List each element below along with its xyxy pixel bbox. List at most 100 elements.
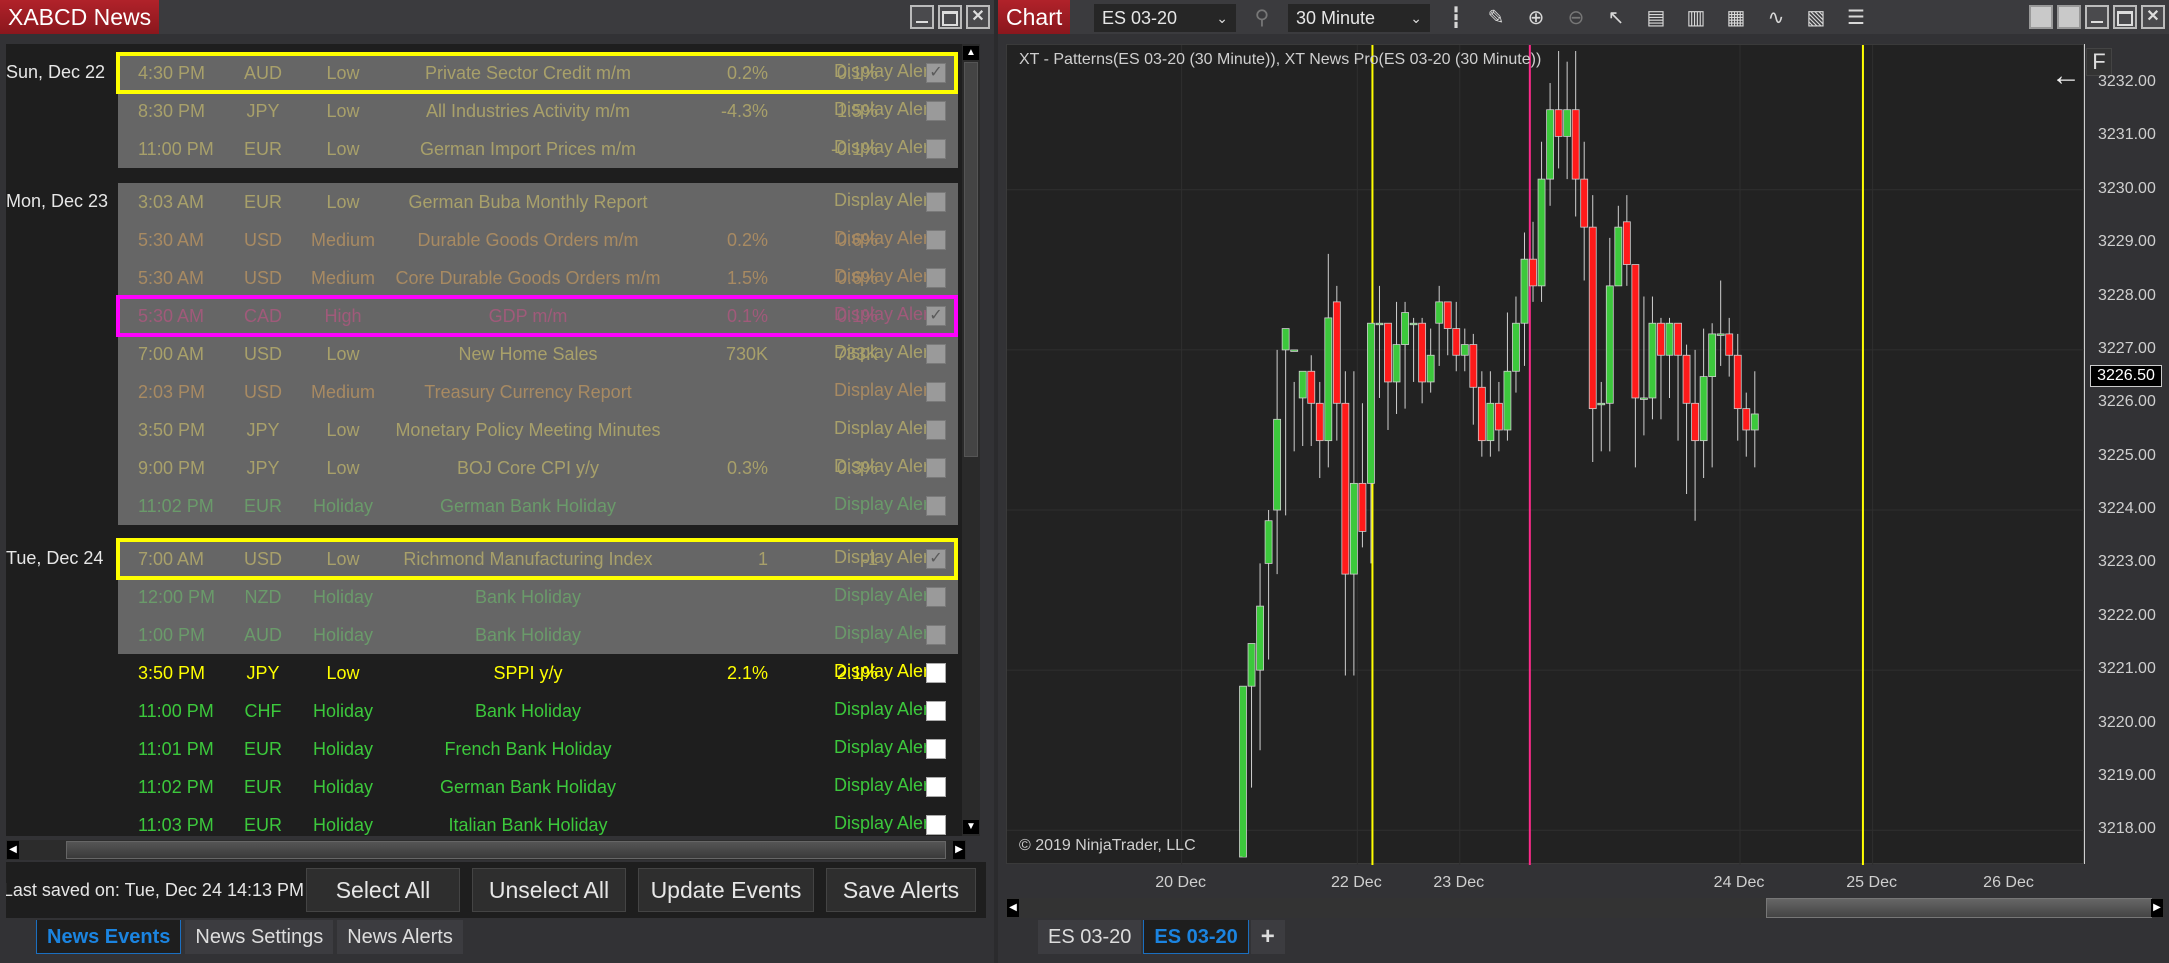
display-alert-checkbox[interactable]	[926, 192, 946, 212]
display-alert-checkbox[interactable]	[926, 815, 946, 835]
display-alert-checkbox[interactable]	[926, 344, 946, 364]
draw-pencil-icon[interactable]: ✎	[1482, 4, 1510, 32]
time-tick-label: 24 Dec	[1713, 874, 1765, 891]
instrument-value: ES 03-20	[1102, 8, 1178, 28]
event-row[interactable]: 3:50 PM JPY Low SPPI y/y 2.1% 2.1% Display Ale…	[118, 654, 958, 692]
maximize-icon[interactable]	[2113, 5, 2137, 29]
candle-body	[1341, 402, 1350, 575]
display-alert-checkbox[interactable]: ✓	[926, 549, 946, 569]
display-alert-checkbox[interactable]	[926, 587, 946, 607]
minimize-icon[interactable]	[910, 5, 934, 29]
display-alert-checkbox[interactable]	[926, 625, 946, 645]
event-row[interactable]: 3:50 PM JPY Low Monetary Policy Meeting Min…	[118, 411, 958, 449]
news-horizontal-scrollbar[interactable]: ◀ ▶	[6, 840, 966, 860]
display-alert-checkbox[interactable]	[926, 458, 946, 478]
display-alert-checkbox[interactable]	[926, 663, 946, 683]
event-row[interactable]: 11:00 PM EUR Low German Import Prices m/m -0…	[118, 130, 958, 168]
pointer-icon[interactable]: ↖	[1602, 4, 1630, 32]
event-row[interactable]: 11:01 PM EUR Holiday French Bank Holiday Dis…	[118, 730, 958, 768]
zoom-in-icon[interactable]: ⊕	[1522, 4, 1550, 32]
scroll-up-arrow-icon[interactable]: ▲	[963, 46, 979, 60]
price-tick-label: 3227.00	[2098, 339, 2156, 357]
scroll-left-arrow-icon[interactable]: ◀	[7, 841, 19, 859]
event-row[interactable]: 11:02 PM EUR Holiday German Bank Holiday Dis…	[118, 487, 958, 525]
scroll-thumb[interactable]	[66, 841, 946, 859]
news-vertical-scrollbar[interactable]: ▲ ▼	[962, 44, 980, 836]
tile-right-icon[interactable]	[2057, 5, 2081, 29]
scroll-right-arrow-icon[interactable]: ▶	[953, 841, 965, 859]
display-alert-label: Display Alert	[833, 304, 934, 324]
display-alert-checkbox[interactable]: ✓	[926, 63, 946, 83]
display-alert-checkbox[interactable]	[926, 777, 946, 797]
save-alerts-button[interactable]: Save Alerts	[826, 868, 976, 912]
scroll-thumb[interactable]	[1766, 898, 2152, 918]
add-tab-button[interactable]: +	[1250, 920, 1285, 954]
bar-type-icon[interactable]: ┇	[1442, 4, 1470, 32]
scroll-down-arrow-icon[interactable]: ▼	[963, 820, 979, 834]
scroll-right-arrow-icon[interactable]: ▶	[2151, 899, 2163, 917]
minimize-icon[interactable]	[2085, 5, 2109, 29]
scroll-thumb[interactable]	[964, 62, 978, 457]
interval-select[interactable]: 30 Minute ⌄	[1288, 4, 1430, 32]
data-box-icon[interactable]: ▤	[1642, 4, 1670, 32]
update-events-button[interactable]: Update Events	[638, 868, 814, 912]
tab-chart-2[interactable]: ES 03-20	[1143, 920, 1249, 954]
display-alert-checkbox[interactable]	[926, 382, 946, 402]
event-row[interactable]: 5:30 AM CAD High GDP m/m 0.1% 0.1% Display Ale…	[118, 297, 958, 335]
back-arrow-icon[interactable]: ←	[2051, 59, 2081, 93]
indicators-icon[interactable]: ∿	[1762, 4, 1790, 32]
display-alert-checkbox[interactable]	[926, 496, 946, 516]
event-row[interactable]: 2:03 PM USD Medium Treasury Currency Report…	[118, 373, 958, 411]
candle-body	[1324, 317, 1333, 442]
properties-icon[interactable]: ▥	[1682, 4, 1710, 32]
display-alert-checkbox[interactable]	[926, 139, 946, 159]
unselect-all-button[interactable]: Unselect All	[472, 868, 626, 912]
display-alert-checkbox[interactable]	[926, 420, 946, 440]
price-tick-label: 3230.00	[2098, 179, 2156, 197]
event-row[interactable]: 12:00 PM NZD Holiday Bank Holiday Display Al…	[118, 578, 958, 616]
display-alert-checkbox[interactable]	[926, 101, 946, 121]
news-tabs: News Events News Settings News Alerts	[36, 920, 463, 954]
event-row[interactable]: 5:30 AM USD Medium Durable Goods Orders m/m…	[118, 221, 958, 259]
time-axis[interactable]: 20 Dec 22 Dec 23 Dec 24 Dec 25 Dec 26 Dec	[1006, 866, 2084, 896]
display-alert-checkbox[interactable]	[926, 701, 946, 721]
display-alert-checkbox[interactable]	[926, 230, 946, 250]
news-titlebar[interactable]: XABCD News ✕	[0, 0, 994, 34]
strategies-icon[interactable]: ▧	[1802, 4, 1830, 32]
list-icon[interactable]: ☰	[1842, 4, 1870, 32]
event-row[interactable]: 7:00 AM USD Low New Home Sales 730K 733K Displ…	[118, 335, 958, 373]
event-row[interactable]: 1:00 PM AUD Holiday Bank Holiday Display Ale…	[118, 616, 958, 654]
close-icon[interactable]: ✕	[2141, 5, 2165, 29]
instrument-select[interactable]: ES 03-20 ⌄	[1094, 4, 1236, 32]
chart-plot-area[interactable]: XT - Patterns(ES 03-20 (30 Minute)), XT …	[1006, 44, 2086, 865]
event-row[interactable]: 4:30 PM AUD Low Private Sector Credit m/m 0.…	[118, 54, 958, 92]
event-row[interactable]: 3:03 AM EUR Low German Buba Monthly Report D…	[118, 183, 958, 221]
search-icon[interactable]: ⚲	[1248, 4, 1276, 32]
event-row[interactable]: 11:03 PM EUR Holiday Italian Bank Holiday Di…	[118, 806, 958, 836]
close-icon[interactable]: ✕	[966, 5, 990, 29]
display-alert-checkbox[interactable]	[926, 268, 946, 288]
tab-news-alerts[interactable]: News Alerts	[337, 920, 463, 954]
display-alert-checkbox[interactable]: ✓	[926, 306, 946, 326]
tab-news-events[interactable]: News Events	[36, 920, 182, 954]
display-alert-checkbox[interactable]	[926, 739, 946, 759]
event-row[interactable]: 11:02 PM EUR Holiday German Bank Holiday Dis…	[118, 768, 958, 806]
chart-titlebar[interactable]: Chart ES 03-20 ⌄ ⚲ 30 Minute ⌄ ┇ ✎ ⊕ ⊖ ↖…	[998, 0, 2169, 34]
chart-style-icon[interactable]: ▦	[1722, 4, 1750, 32]
price-tick-label: 3223.00	[2098, 553, 2156, 571]
event-actual: 0.3%	[726, 458, 768, 478]
tab-chart-1[interactable]: ES 03-20	[1038, 920, 1142, 954]
event-row[interactable]: 11:00 PM CHF Holiday Bank Holiday Display Al…	[118, 692, 958, 730]
event-row[interactable]: 5:30 AM USD Medium Core Durable Goods Order…	[118, 259, 958, 297]
price-axis[interactable]: 3218.00 3219.00 3220.00 3221.00 3222.00 3223.…	[2084, 44, 2164, 864]
scroll-left-arrow-icon[interactable]: ◀	[1007, 899, 1019, 917]
tab-news-settings[interactable]: News Settings	[185, 920, 334, 954]
maximize-icon[interactable]	[938, 5, 962, 29]
chart-horizontal-scrollbar[interactable]: ◀ ▶	[1006, 898, 2164, 918]
select-all-button[interactable]: Select All	[306, 868, 460, 912]
zoom-out-icon[interactable]: ⊖	[1562, 4, 1590, 32]
event-row[interactable]: 7:00 AM USD Low Richmond Manufacturing Inde…	[118, 540, 958, 578]
event-row[interactable]: 8:30 PM JPY Low All Industries Activity m/m…	[118, 92, 958, 130]
event-row[interactable]: 9:00 PM JPY Low BOJ Core CPI y/y 0.3% 0.3% Dis…	[118, 449, 958, 487]
tile-left-icon[interactable]	[2029, 5, 2053, 29]
